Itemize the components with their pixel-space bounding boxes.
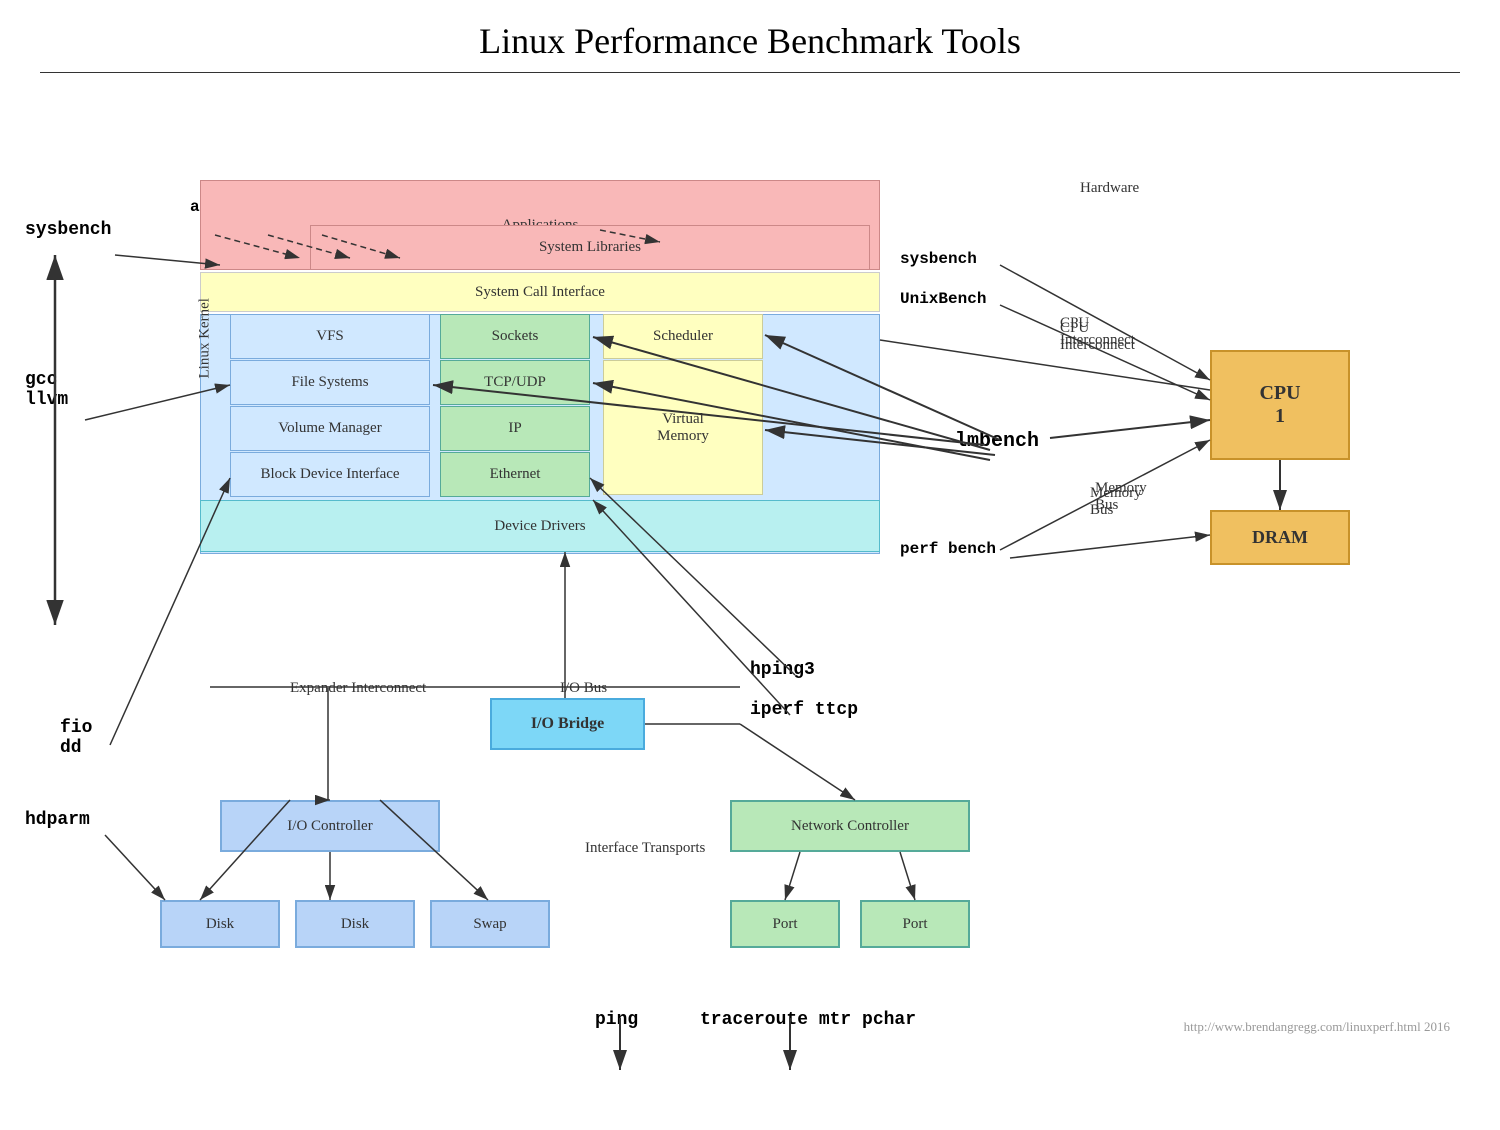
- disk2-box: Disk: [295, 900, 415, 948]
- network-controller-box: Network Controller: [730, 800, 970, 852]
- port1-box: Port: [730, 900, 840, 948]
- traceroute-label: traceroute mtr pchar: [700, 1010, 916, 1030]
- hardware-section-label: Hardware: [1080, 180, 1139, 197]
- perf-bench-label: perf bench: [900, 540, 996, 558]
- volume-manager-box: Volume Manager: [230, 406, 430, 451]
- lmbench-label: lmbench: [955, 430, 1039, 453]
- vfs-box: VFS: [230, 314, 430, 359]
- diagram-area: Operating System Hardware sysbench ab wr…: [0, 80, 1500, 1050]
- hping3-label: hping3: [750, 660, 815, 680]
- url-label: http://www.brendangregg.com/linuxperf.ht…: [1184, 1019, 1450, 1035]
- io-bus-label: I/O Bus: [560, 680, 607, 697]
- sockets-box: Sockets: [440, 314, 590, 359]
- page-title: Linux Performance Benchmark Tools: [0, 0, 1500, 72]
- sysbench-right-label: sysbench: [900, 250, 977, 268]
- interface-transports-label: Interface Transports: [585, 840, 705, 857]
- cpu-box: CPU 1: [1210, 350, 1350, 460]
- expander-interconnect-label: Expander Interconnect: [290, 680, 426, 697]
- block-device-interface-box: Block Device Interface: [230, 452, 430, 497]
- disk1-box: Disk: [160, 900, 280, 948]
- title-divider: [40, 72, 1460, 73]
- scheduler-box: Scheduler: [603, 314, 763, 359]
- ping-label: ping: [595, 1010, 638, 1030]
- ethernet-box: Ethernet: [440, 452, 590, 497]
- sysbench-left-label: sysbench: [25, 220, 111, 240]
- dram-box: DRAM: [1210, 510, 1350, 565]
- system-libraries-layer: System Libraries: [310, 225, 870, 270]
- gcc-llvm-label: gcc llvm: [25, 370, 68, 410]
- swap-box: Swap: [430, 900, 550, 948]
- virtual-memory-box: Virtual Memory: [603, 360, 763, 495]
- ip-box: IP: [440, 406, 590, 451]
- cpu-interconnect-text: CPUInterconnect: [1060, 315, 1135, 349]
- unixbench-label: UnixBench: [900, 290, 986, 308]
- syscall-layer: System Call Interface: [200, 272, 880, 312]
- iperf-ttcp-label: iperf ttcp: [750, 700, 858, 720]
- tcpudp-box: TCP/UDP: [440, 360, 590, 405]
- iocontroller-box: I/O Controller: [220, 800, 440, 852]
- memory-bus-text: MemoryBus: [1095, 480, 1147, 514]
- port2-box: Port: [860, 900, 970, 948]
- iobridge-box: I/O Bridge: [490, 698, 645, 750]
- fio-dd-label: fio dd: [60, 718, 92, 758]
- device-drivers-box: Device Drivers: [200, 500, 880, 552]
- file-systems-box: File Systems: [230, 360, 430, 405]
- hdparm-label: hdparm: [25, 810, 90, 830]
- kernel-label: Linux Kernel: [197, 298, 214, 378]
